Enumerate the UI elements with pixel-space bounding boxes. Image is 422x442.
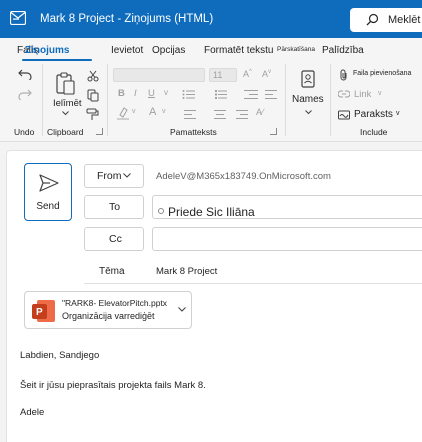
chevron-down-icon[interactable]: v xyxy=(378,90,382,97)
ribbon-separator xyxy=(42,64,43,136)
align-right-icon[interactable] xyxy=(236,110,248,119)
body-greeting[interactable]: Labdien, Sandjego xyxy=(20,350,99,361)
chevron-down-icon[interactable]: v xyxy=(132,108,136,115)
names-label[interactable]: Names xyxy=(292,94,324,105)
grow-font-icon[interactable]: A^ xyxy=(243,69,252,79)
link-icon[interactable] xyxy=(338,90,350,98)
send-button[interactable]: Send xyxy=(24,163,72,221)
signature-icon[interactable] xyxy=(338,109,350,121)
align-left-icon[interactable] xyxy=(184,110,196,119)
address-book-icon[interactable] xyxy=(301,70,315,88)
font-size-value: 11 xyxy=(213,70,223,80)
group-label-basic-text: Pamatteksts xyxy=(170,127,217,137)
attachment-permission: Organizācija varrediģēt xyxy=(62,311,155,321)
ribbon: Undo Ielīmēt Clipboard 11 A^ Av B I U v xyxy=(0,62,422,142)
to-label: To xyxy=(109,201,121,213)
chevron-down-icon[interactable] xyxy=(178,307,186,312)
title-bar: Mark 8 Project - Ziņojums (HTML) Meklēt xyxy=(0,0,422,38)
cc-field[interactable] xyxy=(152,227,422,251)
attachment-card[interactable]: P "RARK8- ElevatorPitch.pptx Organizācij… xyxy=(24,291,192,329)
chevron-down-icon xyxy=(123,173,131,178)
undo-icon[interactable] xyxy=(18,68,32,80)
cc-button[interactable]: Cc xyxy=(84,227,144,251)
search-label: Meklēt xyxy=(388,14,421,26)
menu-formatet-tekstu[interactable]: Formatēt tekstu xyxy=(204,45,273,56)
chevron-down-icon[interactable]: v xyxy=(162,108,166,115)
subject-divider xyxy=(84,283,422,284)
group-label-undo: Undo xyxy=(14,127,35,137)
ribbon-separator xyxy=(107,64,108,136)
outlook-compose-icon xyxy=(10,11,26,25)
send-icon xyxy=(39,174,59,192)
from-button[interactable]: From xyxy=(84,164,144,188)
search-icon xyxy=(366,13,379,26)
underline-icon[interactable]: U xyxy=(148,88,155,99)
chevron-down-icon[interactable] xyxy=(62,111,69,116)
paperclip-icon[interactable] xyxy=(339,69,349,81)
menu-ievietot[interactable]: Ievietot xyxy=(111,45,143,56)
menu-palidziba[interactable]: Palīdzība xyxy=(322,45,364,56)
to-recipient-name: Priede Sic Iliāna xyxy=(168,205,255,219)
powerpoint-file-icon: P xyxy=(32,300,55,322)
chevron-down-icon[interactable]: v xyxy=(164,88,168,97)
font-size-dropdown[interactable]: 11 xyxy=(209,68,237,82)
italic-icon[interactable]: I xyxy=(134,88,137,99)
from-address: AdeleV@M365x183749.OnMicrosoft.com xyxy=(156,171,331,182)
to-button[interactable]: To xyxy=(84,195,144,219)
subject-field[interactable]: Mark 8 Project xyxy=(156,266,217,277)
active-tab-indicator xyxy=(22,59,92,61)
numbering-icon[interactable] xyxy=(214,89,228,100)
menu-zinojums[interactable]: Ziņojums xyxy=(25,45,69,56)
to-recipient-chip[interactable]: Priede Sic Iliāna xyxy=(158,205,255,219)
redo-icon[interactable] xyxy=(18,88,32,100)
signature-label[interactable]: Paraksts xyxy=(354,109,393,120)
group-label-include: Include xyxy=(360,127,388,137)
copy-icon[interactable] xyxy=(87,89,99,102)
group-label-clipboard: Clipboard xyxy=(47,127,84,137)
ribbon-separator xyxy=(330,64,331,136)
highlight-icon[interactable] xyxy=(117,107,129,120)
attachment-name: "RARK8- ElevatorPitch.pptx xyxy=(62,298,168,308)
attach-file-label[interactable]: Faila pievienošana xyxy=(353,70,411,77)
bullets-icon[interactable] xyxy=(182,89,196,100)
ribbon-separator xyxy=(285,64,286,136)
svg-text:P: P xyxy=(36,307,43,318)
presence-icon xyxy=(158,207,164,214)
paste-label[interactable]: Ielīmēt xyxy=(53,98,82,109)
paste-icon[interactable] xyxy=(56,72,76,96)
clipboard-launcher-icon[interactable] xyxy=(96,128,103,135)
align-center-icon[interactable] xyxy=(214,110,226,119)
menu-opcijas[interactable]: Opcijas xyxy=(152,45,185,56)
menu-parskatisana[interactable]: Pārskatīšana xyxy=(277,46,315,53)
font-family-dropdown[interactable] xyxy=(113,68,205,82)
body-message[interactable]: Šeit ir jūsu pieprasītais projekta fails… xyxy=(20,380,206,391)
cc-label: Cc xyxy=(109,233,122,245)
subject-label: Tēma xyxy=(99,266,125,277)
chevron-down-icon[interactable]: v xyxy=(396,110,400,117)
format-painter-icon[interactable] xyxy=(86,108,99,121)
shrink-font-icon[interactable]: Av xyxy=(262,69,271,79)
basic-text-launcher-icon[interactable] xyxy=(270,128,277,135)
outdent-icon[interactable] xyxy=(265,90,277,100)
font-color-icon[interactable]: A xyxy=(149,106,156,118)
bold-icon[interactable]: B xyxy=(118,88,125,99)
from-label: From xyxy=(97,170,122,182)
link-label[interactable]: Link xyxy=(354,89,371,100)
indent-icon[interactable] xyxy=(244,90,258,100)
search-box[interactable]: Meklēt xyxy=(350,8,422,32)
menu-bar: Fails Ziņojums Ievietot Opcijas Formatēt… xyxy=(0,38,422,62)
body-signature[interactable]: Adele xyxy=(20,407,44,418)
chevron-down-icon[interactable] xyxy=(305,110,312,115)
send-label: Send xyxy=(36,201,60,212)
clear-formatting-icon[interactable]: A∕ xyxy=(256,107,264,117)
window-title: Mark 8 Project - Ziņojums (HTML) xyxy=(40,13,214,25)
cut-icon[interactable] xyxy=(87,70,99,82)
